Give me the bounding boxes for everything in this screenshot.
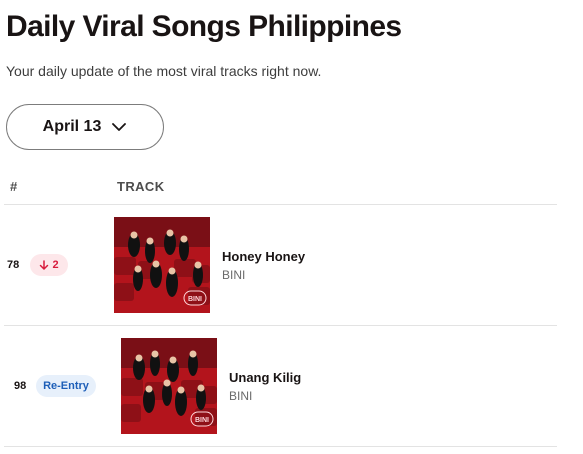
rank-change-badge: 2 — [30, 254, 68, 276]
track-title[interactable]: Unang Kilig — [229, 370, 301, 385]
date-label: April 13 — [42, 118, 102, 135]
track-artist[interactable]: BINI — [229, 389, 252, 403]
row-divider — [4, 446, 557, 447]
column-header-track: TRACK — [117, 179, 165, 194]
rank-change-value: 2 — [52, 259, 59, 271]
column-header-rank: # — [10, 179, 18, 194]
rank-number: 98 — [14, 380, 27, 392]
album-cover[interactable]: BINI — [114, 217, 210, 313]
album-cover[interactable]: BINI — [121, 338, 217, 434]
arrow-down-icon — [40, 259, 49, 270]
date-selector-button[interactable]: April 13 — [6, 104, 164, 150]
row-divider — [4, 325, 557, 326]
cover-logo: BINI — [188, 296, 202, 303]
chevron-down-icon — [111, 119, 127, 135]
rank-number: 78 — [7, 259, 20, 271]
track-artist[interactable]: BINI — [222, 268, 245, 282]
page-subtitle: Your daily update of the most viral trac… — [6, 63, 322, 79]
re-entry-badge: Re-Entry — [36, 375, 96, 397]
cover-logo: BINI — [195, 417, 209, 424]
header-divider — [4, 204, 557, 205]
track-title[interactable]: Honey Honey — [222, 249, 305, 264]
page-title: Daily Viral Songs Philippines — [6, 10, 402, 43]
